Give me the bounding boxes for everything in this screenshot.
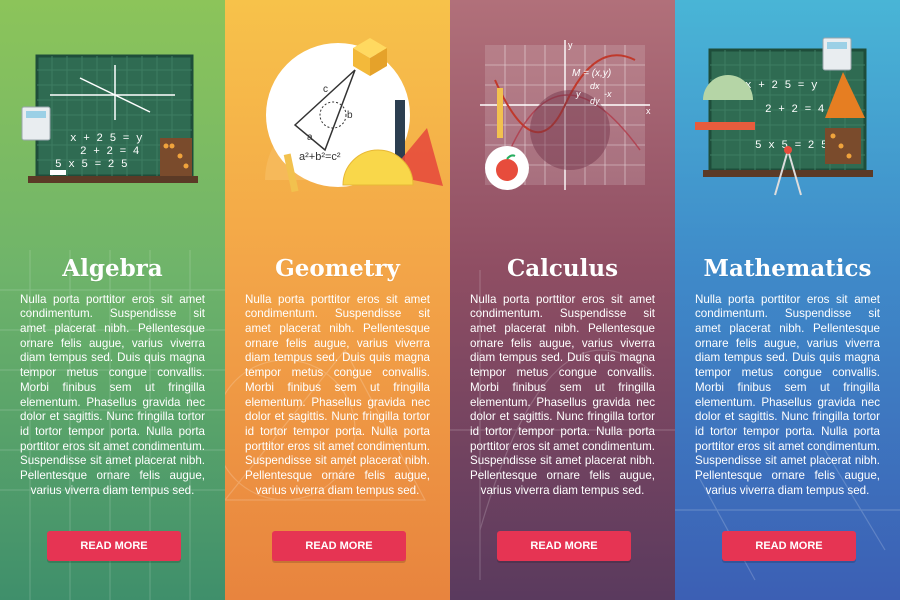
panel-description: Nulla porta porttitor eros sit amet cond… <box>470 292 655 497</box>
classroom-board-illustration: x + 2 5 = y 2 + 2 = 4 5 x 5 = 2 5 <box>695 37 873 196</box>
panel-title: Calculus <box>506 255 619 283</box>
read-more-button[interactable]: READ MORE <box>272 531 406 561</box>
graph-illustration: y x M = (x,y) dx y dy -x <box>480 40 651 190</box>
geometry-panel: c b a a²+b²=c² Geometry Nulla porta port… <box>225 0 450 600</box>
read-more-button[interactable]: READ MORE <box>47 531 181 561</box>
cube-icon <box>353 38 387 76</box>
panel-title: Geometry <box>275 255 400 283</box>
svg-text:-x: -x <box>604 89 612 99</box>
panel-description: Nulla porta porttitor eros sit amet cond… <box>20 292 205 497</box>
svg-text:y: y <box>568 40 573 50</box>
ruler-icon <box>695 122 755 130</box>
equation-3: 5 x 5 = 2 5 <box>55 159 128 171</box>
read-more-button[interactable]: READ MORE <box>722 531 856 561</box>
svg-text:a: a <box>307 132 313 143</box>
calculus-panel: y x M = (x,y) dx y dy -x Calculus Nulla … <box>450 0 675 600</box>
geometry-illustration: c b a a²+b²=c² <box>265 38 443 193</box>
svg-text:dx: dx <box>590 81 600 91</box>
point-formula: M = (x,y) <box>572 68 611 79</box>
panel-title: Algebra <box>62 255 163 283</box>
equation-2: 2 + 2 = 4 <box>765 104 825 116</box>
equation-1: x + 2 5 = y <box>745 80 818 92</box>
svg-text:x: x <box>646 106 651 116</box>
algebra-panel: x + 2 5 = y 2 + 2 = 4 5 x 5 = 2 5 Algebr… <box>0 0 225 600</box>
panel-title: Mathematics <box>703 255 872 283</box>
read-more-button[interactable]: READ MORE <box>497 531 631 561</box>
pythagorean-formula: a²+b²=c² <box>299 151 341 163</box>
apple-icon <box>496 159 518 181</box>
chalkboard-illustration: x + 2 5 = y 2 + 2 = 4 5 x 5 = 2 5 <box>21 54 198 183</box>
svg-text:y: y <box>575 89 581 99</box>
pencil-icon <box>497 88 503 138</box>
svg-text:c: c <box>323 84 328 95</box>
svg-text:dy: dy <box>590 96 600 106</box>
panel-description: Nulla porta porttitor eros sit amet cond… <box>245 292 430 497</box>
svg-text:b: b <box>347 110 353 121</box>
abacus-icon <box>160 138 192 176</box>
banner-set: x + 2 5 = y 2 + 2 = 4 5 x 5 = 2 5 Algebr… <box>0 0 900 600</box>
equation-1: x + 2 5 = y <box>70 133 143 145</box>
mathematics-panel: x + 2 5 = y 2 + 2 = 4 5 x 5 = 2 5 Mathem… <box>675 0 900 600</box>
equation-2: 2 + 2 = 4 <box>80 146 140 158</box>
panel-description: Nulla porta porttitor eros sit amet cond… <box>695 292 880 497</box>
